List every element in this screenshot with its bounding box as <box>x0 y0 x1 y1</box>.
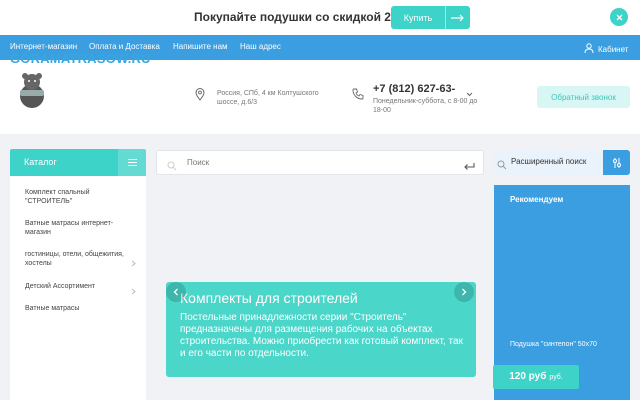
nav-item-delivery[interactable]: Оплата и Доставка <box>89 42 160 51</box>
catalog-item[interactable]: Ватные матрасы <box>25 304 130 313</box>
nav-item-address[interactable]: Наш адрес <box>240 42 281 51</box>
phone-icon <box>352 87 364 105</box>
phone-number[interactable]: +7 (812) 627-63- <box>373 83 455 95</box>
recommend-price[interactable]: 120 руб руб. <box>493 365 579 389</box>
catalog-item[interactable]: Ватные матрасы интернет-магазин <box>25 219 130 237</box>
nav-item-contact[interactable]: Напишите нам <box>173 42 228 51</box>
user-icon <box>584 40 594 58</box>
catalog-title: Каталог <box>24 157 57 167</box>
nav-item-shop[interactable]: Интернет-магазин <box>10 42 77 51</box>
enter-icon[interactable] <box>463 158 475 176</box>
search-input[interactable]: Поиск <box>187 158 209 167</box>
close-icon[interactable] <box>610 8 628 26</box>
recommend-product-name[interactable]: Подушка "синтепон" 50х70 <box>510 341 597 348</box>
logo-text[interactable]: GORAMATRASOW.RU <box>10 51 151 66</box>
catalog-header[interactable]: Каталог <box>10 149 146 176</box>
chevron-right-icon <box>131 282 136 300</box>
promo-text: Покупайте подушки со скидкой 20% <box>194 10 409 24</box>
promo-bar: Покупайте подушки со скидкой 20% Купить <box>0 0 640 35</box>
search-icon <box>167 158 177 176</box>
logo-bear-icon[interactable] <box>14 70 50 110</box>
arrow-right-icon <box>446 14 470 22</box>
callback-button[interactable]: Обратный звонок <box>537 86 630 108</box>
advanced-search-label: Расширенный поиск <box>511 157 587 166</box>
cabinet-label: Кабинет <box>598 44 629 54</box>
slider-prev-button[interactable] <box>166 282 186 302</box>
catalog-item[interactable]: Детский Ассортимент <box>25 282 130 291</box>
cabinet-link[interactable]: Кабинет <box>584 40 628 58</box>
chevron-right-icon <box>131 254 136 272</box>
banner-text: Постельные принадлежности серии "Строите… <box>180 312 463 359</box>
slider-next-button[interactable] <box>454 282 474 302</box>
buy-button-label: Купить <box>403 12 433 23</box>
recommend-title: Рекомендуем <box>510 195 564 204</box>
menu-icon[interactable] <box>118 149 146 176</box>
catalog-item[interactable]: гостиницы, отели, общежития, хостелы <box>25 250 130 268</box>
price-value: 120 руб <box>509 371 547 382</box>
buy-button[interactable]: Купить <box>391 6 470 29</box>
advanced-search[interactable]: Расширенный поиск <box>494 150 630 175</box>
price-currency: руб. <box>549 374 563 381</box>
banner-title: Комплекты для строителей <box>180 290 358 306</box>
location-pin-icon <box>195 88 205 106</box>
filter-icon[interactable] <box>603 150 630 175</box>
working-hours: Понедельник-суббота, с 8-00 до 18-00 <box>373 98 478 114</box>
address-text: Россия, СПб, 4 км Колтушского шоссе, д.6… <box>217 90 319 106</box>
catalog-item[interactable]: Комплект спальный "СТРОИТЕЛЬ" <box>25 188 130 206</box>
search-icon <box>497 157 507 175</box>
search-bar[interactable]: Поиск <box>156 150 484 175</box>
